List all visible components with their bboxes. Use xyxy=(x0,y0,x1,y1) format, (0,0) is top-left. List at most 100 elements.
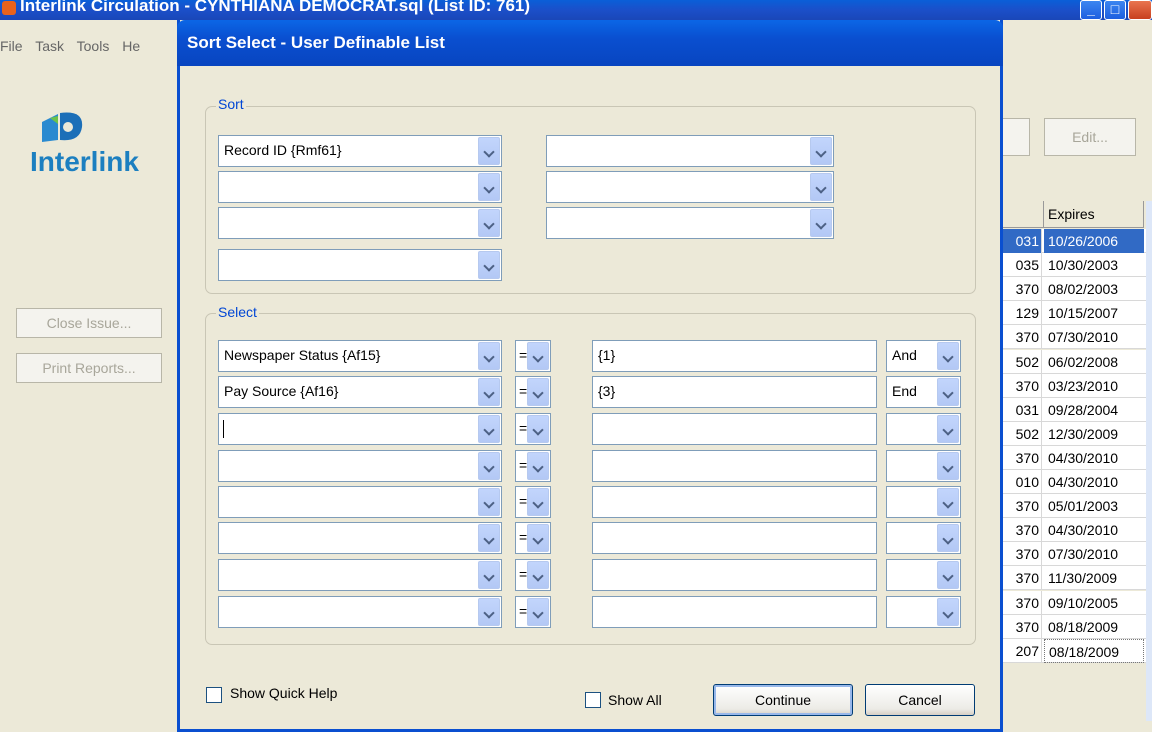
table-row[interactable]: 370 03/23/2010 xyxy=(1002,373,1152,398)
table-row[interactable]: 370 04/30/2010 xyxy=(1002,445,1152,470)
chevron-down-icon[interactable] xyxy=(527,598,549,626)
select-field-5[interactable] xyxy=(218,486,502,518)
table-row[interactable]: 370 08/02/2003 xyxy=(1002,277,1152,302)
menu-help[interactable]: He xyxy=(122,38,140,54)
chevron-down-icon[interactable] xyxy=(810,137,832,165)
chevron-down-icon[interactable] xyxy=(527,488,549,516)
select-value-2[interactable]: {3} xyxy=(592,376,877,408)
main-title-bar[interactable]: Interlink Circulation - CYNTHIANA DEMOCR… xyxy=(0,0,1152,20)
table-row[interactable]: 370 09/10/2005 xyxy=(1002,590,1152,615)
table-row[interactable]: 035 10/30/2003 xyxy=(1002,253,1152,278)
chevron-down-icon[interactable] xyxy=(478,173,500,201)
chevron-down-icon[interactable] xyxy=(478,524,500,552)
select-field-7[interactable] xyxy=(218,559,502,591)
select-value-4[interactable] xyxy=(592,450,877,482)
select-operator-4[interactable]: = xyxy=(515,450,551,482)
select-value-5[interactable] xyxy=(592,486,877,518)
select-logic-4[interactable] xyxy=(886,450,961,482)
sort-field-6[interactable] xyxy=(546,171,834,203)
chevron-down-icon[interactable] xyxy=(937,342,959,370)
select-logic-2[interactable]: End xyxy=(886,376,961,408)
select-field-6[interactable] xyxy=(218,522,502,554)
grid-header-expires[interactable]: Expires xyxy=(1044,201,1144,228)
sort-field-3[interactable] xyxy=(218,207,502,239)
table-row[interactable]: 370 08/18/2009 xyxy=(1002,614,1152,639)
dialog-title-bar[interactable]: Sort Select - User Definable List xyxy=(177,20,1003,66)
chevron-down-icon[interactable] xyxy=(478,488,500,516)
chevron-down-icon[interactable] xyxy=(478,209,500,237)
table-row[interactable]: 031 09/28/2004 xyxy=(1002,397,1152,422)
select-value-8[interactable] xyxy=(592,596,877,628)
table-row[interactable]: 129 10/15/2007 xyxy=(1002,301,1152,326)
cancel-button[interactable]: Cancel xyxy=(865,684,975,716)
chevron-down-icon[interactable] xyxy=(810,209,832,237)
chevron-down-icon[interactable] xyxy=(478,137,500,165)
table-row[interactable]: 031 10/26/2006 xyxy=(1002,229,1152,253)
table-row[interactable]: 207 08/18/2009 xyxy=(1002,638,1152,663)
chevron-down-icon[interactable] xyxy=(527,452,549,480)
select-value-6[interactable] xyxy=(592,522,877,554)
select-logic-5[interactable] xyxy=(886,486,961,518)
sort-field-2[interactable] xyxy=(218,171,502,203)
chevron-down-icon[interactable] xyxy=(937,378,959,406)
select-operator-3[interactable]: = xyxy=(515,413,551,445)
table-row[interactable]: 370 05/01/2003 xyxy=(1002,494,1152,519)
sort-field-1[interactable]: Record ID {Rmf61} xyxy=(218,135,502,167)
select-value-7[interactable] xyxy=(592,559,877,591)
chevron-down-icon[interactable] xyxy=(937,561,959,589)
continue-button[interactable]: Continue xyxy=(713,684,853,716)
partial-button[interactable] xyxy=(1002,118,1030,156)
menu-task[interactable]: Task xyxy=(35,38,64,54)
select-operator-1[interactable]: = xyxy=(515,340,551,372)
chevron-down-icon[interactable] xyxy=(478,415,500,443)
sort-field-7[interactable] xyxy=(546,207,834,239)
chevron-down-icon[interactable] xyxy=(527,524,549,552)
sort-field-4[interactable] xyxy=(218,249,502,281)
table-row[interactable]: 502 06/02/2008 xyxy=(1002,349,1152,374)
select-logic-8[interactable] xyxy=(886,596,961,628)
select-operator-8[interactable]: = xyxy=(515,596,551,628)
close-window-button[interactable] xyxy=(1128,0,1152,20)
chevron-down-icon[interactable] xyxy=(527,342,549,370)
select-logic-3[interactable] xyxy=(886,413,961,445)
chevron-down-icon[interactable] xyxy=(527,415,549,443)
select-operator-6[interactable]: = xyxy=(515,522,551,554)
chevron-down-icon[interactable] xyxy=(478,598,500,626)
table-row[interactable]: 370 07/30/2010 xyxy=(1002,542,1152,567)
table-row[interactable]: 370 11/30/2009 xyxy=(1002,566,1152,591)
chevron-down-icon[interactable] xyxy=(937,452,959,480)
chevron-down-icon[interactable] xyxy=(478,452,500,480)
chevron-down-icon[interactable] xyxy=(478,342,500,370)
chevron-down-icon[interactable] xyxy=(937,598,959,626)
chevron-down-icon[interactable] xyxy=(937,415,959,443)
select-field-4[interactable] xyxy=(218,450,502,482)
select-value-3[interactable] xyxy=(592,413,877,445)
chevron-down-icon[interactable] xyxy=(527,378,549,406)
select-field-8[interactable] xyxy=(218,596,502,628)
chevron-down-icon[interactable] xyxy=(478,378,500,406)
chevron-down-icon[interactable] xyxy=(937,524,959,552)
chevron-down-icon[interactable] xyxy=(527,561,549,589)
select-logic-6[interactable] xyxy=(886,522,961,554)
select-operator-5[interactable]: = xyxy=(515,486,551,518)
select-logic-7[interactable] xyxy=(886,559,961,591)
maximize-button[interactable]: □ xyxy=(1104,0,1126,20)
show-quick-help-checkbox[interactable] xyxy=(206,687,222,703)
select-logic-1[interactable]: And xyxy=(886,340,961,372)
edit-button[interactable]: Edit... xyxy=(1044,118,1136,156)
select-field-3[interactable] xyxy=(218,413,502,445)
close-issue-button[interactable]: Close Issue... xyxy=(16,308,162,338)
sort-field-5[interactable] xyxy=(546,135,834,167)
table-row[interactable]: 370 07/30/2010 xyxy=(1002,325,1152,350)
grid-scrollbar[interactable] xyxy=(1146,201,1152,721)
select-operator-7[interactable]: = xyxy=(515,559,551,591)
menu-file[interactable]: File xyxy=(0,38,23,54)
print-reports-button[interactable]: Print Reports... xyxy=(16,353,162,383)
table-row[interactable]: 010 04/30/2010 xyxy=(1002,470,1152,494)
minimize-button[interactable]: _ xyxy=(1080,0,1102,20)
select-value-1[interactable]: {1} xyxy=(592,340,877,372)
menu-tools[interactable]: Tools xyxy=(77,38,110,54)
table-row[interactable]: 370 04/30/2010 xyxy=(1002,518,1152,543)
select-field-2[interactable]: Pay Source {Af16} xyxy=(218,376,502,408)
table-row[interactable]: 502 12/30/2009 xyxy=(1002,421,1152,446)
